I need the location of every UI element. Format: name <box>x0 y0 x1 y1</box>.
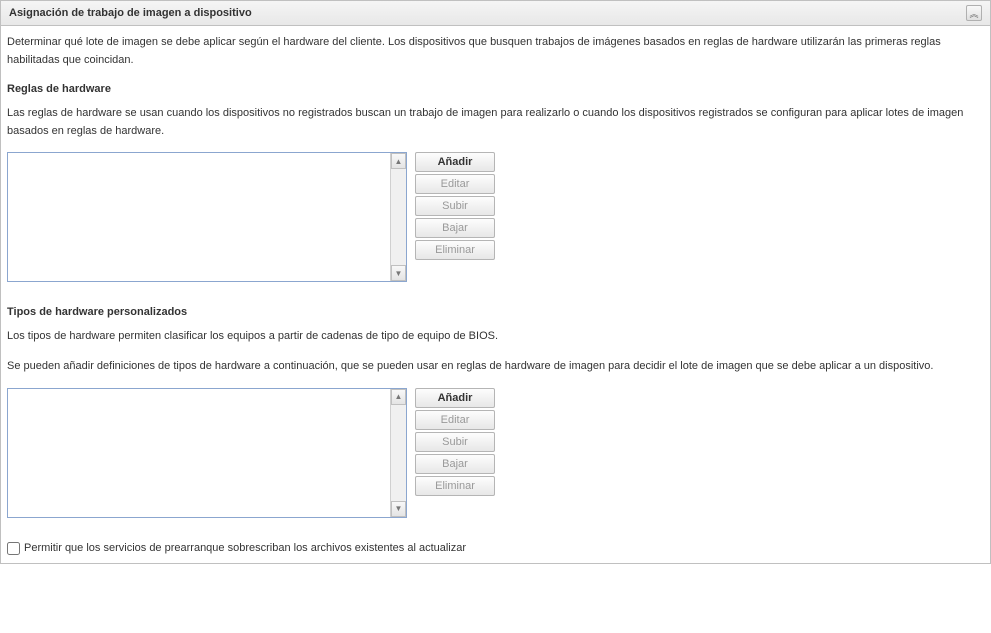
down-button[interactable]: Bajar <box>415 454 495 474</box>
custom-hw-types-buttons: Añadir Editar Subir Bajar Eliminar <box>415 388 495 518</box>
intro-text: Determinar qué lote de imagen se debe ap… <box>7 34 984 69</box>
custom-hw-types-desc2: Se pueden añadir definiciones de tipos d… <box>7 358 984 376</box>
hardware-rules-buttons: Añadir Editar Subir Bajar Eliminar <box>415 152 495 282</box>
panel-header: Asignación de trabajo de imagen a dispos… <box>1 1 990 26</box>
overwrite-checkbox-row: Permitir que los servicios de prearranqu… <box>7 542 984 555</box>
up-button[interactable]: Subir <box>415 432 495 452</box>
add-button[interactable]: Añadir <box>415 388 495 408</box>
overwrite-checkbox-label[interactable]: Permitir que los servicios de prearranqu… <box>24 542 466 554</box>
add-button[interactable]: Añadir <box>415 152 495 172</box>
scroll-up-icon[interactable]: ▲ <box>391 153 406 169</box>
down-button[interactable]: Bajar <box>415 218 495 238</box>
custom-hw-types-list-content[interactable] <box>8 389 390 517</box>
custom-hw-types-listbox[interactable]: ▲ ▼ <box>7 388 407 518</box>
custom-hw-types-heading: Tipos de hardware personalizados <box>7 306 984 318</box>
hardware-rules-desc: Las reglas de hardware se usan cuando lo… <box>7 105 984 140</box>
hardware-rules-group: ▲ ▼ Añadir Editar Subir Bajar Eliminar <box>7 152 984 282</box>
hardware-rules-heading: Reglas de hardware <box>7 83 984 95</box>
scroll-down-icon[interactable]: ▼ <box>391 265 406 281</box>
hardware-rules-listbox[interactable]: ▲ ▼ <box>7 152 407 282</box>
panel-body: Determinar qué lote de imagen se debe ap… <box>1 26 990 563</box>
custom-hw-types-group: ▲ ▼ Añadir Editar Subir Bajar Eliminar <box>7 388 984 518</box>
overwrite-checkbox[interactable] <box>7 542 20 555</box>
remove-button[interactable]: Eliminar <box>415 476 495 496</box>
scroll-up-icon[interactable]: ▲ <box>391 389 406 405</box>
scroll-down-icon[interactable]: ▼ <box>391 501 406 517</box>
up-button[interactable]: Subir <box>415 196 495 216</box>
custom-hw-types-desc1: Los tipos de hardware permiten clasifica… <box>7 328 984 346</box>
main-panel: Asignación de trabajo de imagen a dispos… <box>0 0 991 564</box>
hardware-rules-scrollbar[interactable]: ▲ ▼ <box>390 153 406 281</box>
hardware-rules-list-content[interactable] <box>8 153 390 281</box>
edit-button[interactable]: Editar <box>415 174 495 194</box>
chevron-up-icon: ︽ <box>969 7 978 20</box>
remove-button[interactable]: Eliminar <box>415 240 495 260</box>
custom-hw-types-scrollbar[interactable]: ▲ ▼ <box>390 389 406 517</box>
collapse-button[interactable]: ︽ <box>966 5 982 21</box>
edit-button[interactable]: Editar <box>415 410 495 430</box>
panel-title: Asignación de trabajo de imagen a dispos… <box>9 7 252 19</box>
